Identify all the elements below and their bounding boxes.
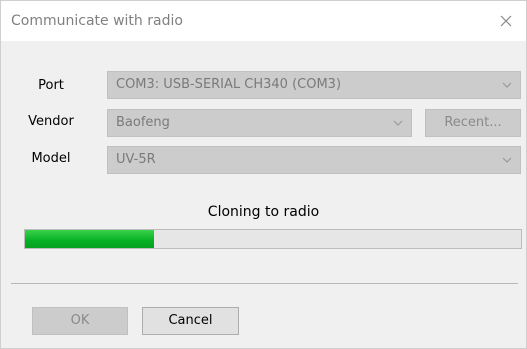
- recent-button[interactable]: Recent...: [425, 109, 521, 137]
- progress-bar-fill: [25, 230, 154, 248]
- vendor-value: Baofeng: [116, 115, 170, 130]
- window-title: Communicate with radio: [11, 13, 183, 29]
- port-label: Port: [38, 78, 64, 93]
- ok-button[interactable]: OK: [32, 307, 128, 335]
- chevron-down-icon: [393, 120, 403, 126]
- chevron-down-icon: [502, 82, 512, 88]
- communicate-dialog: Communicate with radio Port COM3: USB-SE…: [0, 0, 527, 349]
- progress-bar: [24, 229, 522, 249]
- close-icon: [500, 15, 512, 27]
- close-button[interactable]: [486, 1, 526, 41]
- divider: [11, 283, 518, 284]
- chevron-down-icon: [502, 157, 512, 163]
- status-text: Cloning to radio: [207, 204, 320, 220]
- title-bar: Communicate with radio: [1, 1, 526, 41]
- port-value: COM3: USB-SERIAL CH340 (COM3): [116, 77, 342, 92]
- vendor-label: Vendor: [28, 114, 74, 129]
- model-value: UV-5R: [116, 152, 156, 167]
- port-select[interactable]: COM3: USB-SERIAL CH340 (COM3): [107, 71, 521, 99]
- model-label: Model: [31, 151, 71, 166]
- model-select[interactable]: UV-5R: [107, 146, 521, 174]
- cancel-button[interactable]: Cancel: [142, 307, 239, 335]
- vendor-select[interactable]: Baofeng: [107, 109, 412, 137]
